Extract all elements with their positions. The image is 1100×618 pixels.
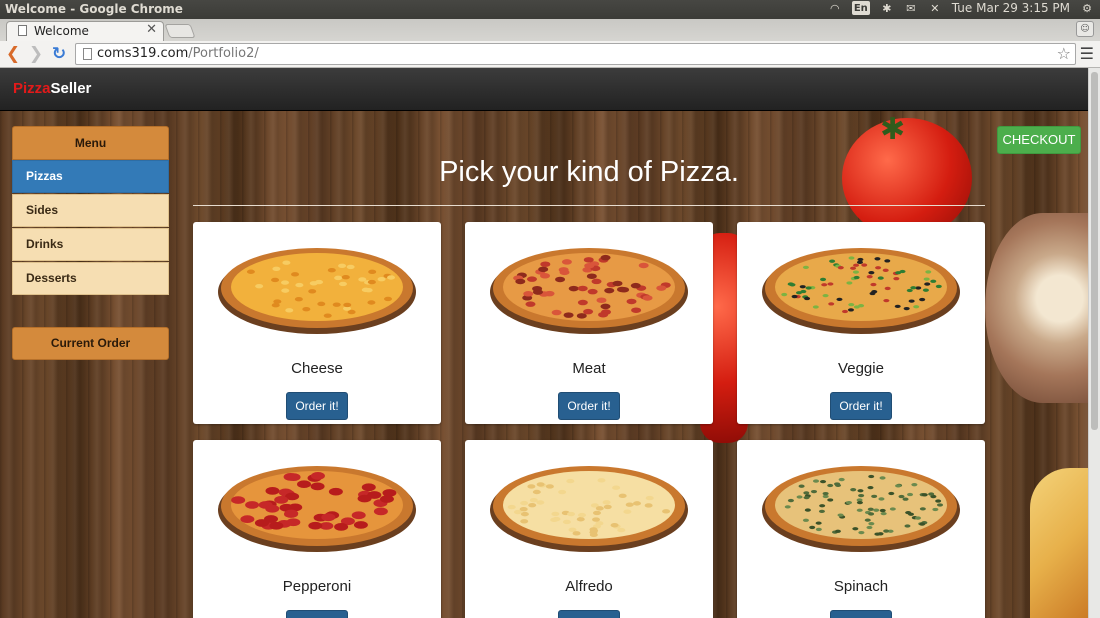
- product-card-spinach: Spinach Order it!: [737, 440, 985, 618]
- wifi-icon[interactable]: ◠: [828, 1, 842, 15]
- order-button[interactable]: Order it!: [286, 392, 348, 420]
- browser-tab-strip: Welcome ✕ ☺: [0, 19, 1100, 41]
- order-button[interactable]: Order it!: [830, 392, 892, 420]
- back-arrow-icon[interactable]: ❮: [3, 44, 23, 64]
- clock[interactable]: Tue Mar 29 3:15 PM: [952, 1, 1070, 15]
- product-name: Alfredo: [565, 578, 613, 595]
- app-navbar: PizzaSeller: [0, 68, 1089, 111]
- browser-toolbar: ❮ ❯ ↻ coms319.com/Portfolio2/ ☆ ☰: [0, 41, 1100, 68]
- browser-menu-icon[interactable]: ☰: [1080, 44, 1094, 63]
- page-scrollbar[interactable]: [1088, 68, 1100, 618]
- heading-divider: [193, 205, 985, 206]
- product-name: Meat: [572, 360, 606, 377]
- address-bar[interactable]: coms319.com/Portfolio2/ ☆: [75, 43, 1076, 65]
- profile-icon[interactable]: ☺: [1076, 21, 1094, 37]
- order-button[interactable]: Order it!: [286, 610, 348, 618]
- sidebar-item-sides[interactable]: Sides: [12, 194, 169, 227]
- mail-icon[interactable]: ✉: [904, 1, 918, 15]
- tab-title: Welcome: [34, 24, 89, 38]
- bluetooth-icon[interactable]: ✱: [880, 1, 894, 15]
- url-text[interactable]: coms319.com/Portfolio2/: [97, 46, 259, 61]
- browser-tab[interactable]: Welcome ✕: [6, 21, 164, 41]
- checkout-button[interactable]: CHECKOUT: [997, 126, 1081, 154]
- gear-icon[interactable]: ⚙: [1080, 1, 1094, 15]
- sidebar-item-pizzas[interactable]: Pizzas: [12, 160, 169, 193]
- close-icon[interactable]: ✕: [146, 22, 157, 37]
- product-card-cheese: Cheese Order it!: [193, 222, 441, 424]
- os-top-panel: Welcome - Google Chrome ◠ En ✱ ✉ ✕ Tue M…: [0, 0, 1100, 19]
- sidebar-item-desserts[interactable]: Desserts: [12, 262, 169, 295]
- page-title: Pick your kind of Pizza.: [439, 156, 739, 188]
- pizza-image: [490, 466, 688, 552]
- product-card-alfredo: Alfredo Order it!: [465, 440, 713, 618]
- product-name: Veggie: [838, 360, 884, 377]
- sidebar-menu-header[interactable]: Menu: [12, 126, 169, 160]
- product-name: Pepperoni: [282, 578, 352, 595]
- tomato-stem-decoration: ✱: [880, 112, 906, 147]
- bookmark-star-icon[interactable]: ☆: [1057, 44, 1071, 63]
- reload-icon[interactable]: ↻: [49, 44, 69, 64]
- forward-arrow-icon[interactable]: ❯: [26, 44, 46, 64]
- product-card-pepperoni: Pepperoni Order it!: [193, 440, 441, 618]
- sidebar-item-drinks[interactable]: Drinks: [12, 228, 169, 261]
- pizza-image: [218, 248, 416, 334]
- product-name: Spinach: [833, 578, 889, 595]
- system-tray: ◠ En ✱ ✉ ✕ Tue Mar 29 3:15 PM ⚙: [828, 1, 1094, 15]
- order-button[interactable]: Order it!: [558, 610, 620, 618]
- product-card-meat: Meat Order it!: [465, 222, 713, 424]
- pizza-image: [762, 466, 960, 552]
- pizza-image: [762, 248, 960, 334]
- page-viewport: ✱ PizzaSeller Menu Pizzas Sides Drinks D…: [0, 68, 1100, 618]
- scrollbar-thumb[interactable]: [1091, 72, 1098, 430]
- new-tab-button[interactable]: [164, 24, 196, 38]
- pizza-image: [218, 466, 416, 552]
- page-icon: [83, 48, 92, 60]
- mushroom-decoration: [985, 213, 1100, 403]
- order-button[interactable]: Order it!: [558, 392, 620, 420]
- pizza-image: [490, 248, 688, 334]
- keyboard-language-indicator[interactable]: En: [851, 1, 870, 15]
- product-name: Cheese: [291, 360, 343, 377]
- volume-muted-icon[interactable]: ✕: [928, 1, 942, 15]
- page-icon: [18, 25, 27, 36]
- order-button[interactable]: Order it!: [830, 610, 892, 618]
- window-title: Welcome - Google Chrome: [5, 2, 183, 16]
- product-card-veggie: Veggie Order it!: [737, 222, 985, 424]
- brand-logo[interactable]: PizzaSeller: [13, 80, 91, 97]
- current-order-button[interactable]: Current Order: [12, 327, 169, 360]
